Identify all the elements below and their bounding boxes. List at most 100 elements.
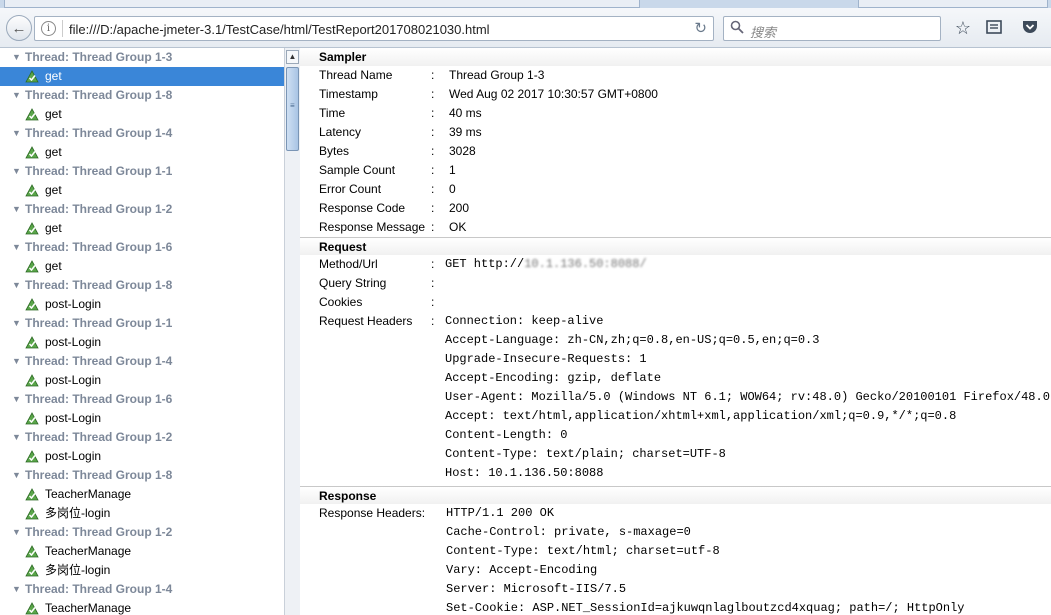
colon: : — [431, 106, 435, 120]
sampler-row: Response Message: OK — [300, 218, 1051, 237]
expand-triangle-icon[interactable]: ▼ — [12, 523, 21, 542]
sampler-key: Response Code — [319, 201, 406, 215]
thread-node[interactable]: ▼ Thread: Thread Group 1-3 — [0, 48, 284, 67]
sample-icon — [25, 70, 39, 83]
sample-node[interactable]: post-Login — [0, 447, 284, 466]
response-headers-section: Response Headers: HTTP/1.1 200 OK Cache-Co… — [300, 504, 1051, 615]
reading-list-icon[interactable] — [984, 18, 1004, 38]
thread-node[interactable]: ▼ Thread: Thread Group 1-8 — [0, 276, 284, 295]
expand-triangle-icon[interactable]: ▼ — [12, 428, 21, 447]
expand-triangle-icon[interactable]: ▼ — [12, 276, 21, 295]
response-header-line: Set-Cookie: ASP.NET_SessionId=ajkuwqnlag… — [300, 599, 1051, 615]
sampler-key: Error Count — [319, 182, 382, 196]
sampler-value: 1 — [449, 163, 456, 177]
thread-node[interactable]: ▼ Thread: Thread Group 1-4 — [0, 580, 284, 599]
method-url-blurred: 10.1.136.50:8088/ — [524, 257, 647, 271]
request-heading: Request — [300, 237, 1051, 255]
sample-node[interactable]: 多岗位-login — [0, 561, 284, 580]
cookies-key: Cookies — [319, 295, 363, 309]
scroll-up-arrow-icon[interactable]: ▲ — [286, 50, 299, 64]
expand-triangle-icon[interactable]: ▼ — [12, 200, 21, 219]
sample-label: post-Login — [45, 449, 102, 463]
sample-node[interactable]: get — [0, 181, 284, 200]
expand-triangle-icon[interactable]: ▼ — [12, 466, 21, 485]
colon: : — [431, 125, 435, 139]
expand-triangle-icon[interactable]: ▼ — [12, 390, 21, 409]
sample-node[interactable]: post-Login — [0, 371, 284, 390]
browser-tab[interactable] — [4, 0, 640, 8]
request-header-value: User-Agent: Mozilla/5.0 (Windows NT 6.1;… — [445, 390, 1050, 404]
expand-triangle-icon[interactable]: ▼ — [12, 314, 21, 333]
thread-label: Thread: Thread Group 1-3 — [25, 50, 173, 64]
thread-node[interactable]: ▼ Thread: Thread Group 1-6 — [0, 238, 284, 257]
thread-node[interactable]: ▼ Thread: Thread Group 1-2 — [0, 523, 284, 542]
sample-icon — [25, 146, 39, 159]
sampler-value: OK — [449, 220, 467, 234]
response-header-line: Content-Type: text/html; charset=utf-8 — [300, 542, 1051, 561]
sample-node[interactable]: TeacherManage — [0, 485, 284, 504]
sample-node[interactable]: get — [0, 219, 284, 238]
sample-node[interactable]: TeacherManage — [0, 599, 284, 615]
sample-node[interactable]: TeacherManage — [0, 542, 284, 561]
query-string-key: Query String — [319, 276, 387, 290]
thread-label: Thread: Thread Group 1-2 — [25, 430, 173, 444]
sample-node[interactable]: post-Login — [0, 295, 284, 314]
expand-triangle-icon[interactable]: ▼ — [12, 48, 21, 67]
colon: : — [431, 182, 435, 196]
thread-node[interactable]: ▼ Thread: Thread Group 1-2 — [0, 428, 284, 447]
thread-label: Thread: Thread Group 1-4 — [25, 126, 173, 140]
expand-triangle-icon[interactable]: ▼ — [12, 238, 21, 257]
star-icon[interactable]: ☆ — [953, 18, 973, 38]
thread-node[interactable]: ▼ Thread: Thread Group 1-6 — [0, 390, 284, 409]
thread-label: Thread: Thread Group 1-2 — [25, 202, 173, 216]
sample-label: 多岗位-login — [45, 563, 111, 577]
request-header-value: Accept-Language: zh-CN,zh;q=0.8,en-US;q=… — [445, 333, 820, 347]
sample-label: post-Login — [45, 297, 102, 311]
response-heading: Response — [300, 486, 1051, 504]
thread-node[interactable]: ▼ Thread: Thread Group 1-2 — [0, 200, 284, 219]
sample-node[interactable]: get — [0, 143, 284, 162]
thread-label: Thread: Thread Group 1-6 — [25, 240, 173, 254]
sample-node[interactable]: post-Login — [0, 409, 284, 428]
colon: : — [431, 68, 435, 82]
sample-node[interactable]: post-Login — [0, 333, 284, 352]
reload-icon[interactable]: ↻ — [694, 19, 707, 37]
thread-label: Thread: Thread Group 1-8 — [25, 468, 173, 482]
request-header-value: Connection: keep-alive — [445, 314, 604, 328]
pocket-icon[interactable] — [1020, 18, 1040, 38]
expand-triangle-icon[interactable]: ▼ — [12, 162, 21, 181]
sample-node[interactable]: get — [0, 105, 284, 124]
request-header-value: Accept-Encoding: gzip, deflate — [445, 371, 662, 385]
sample-label: post-Login — [45, 373, 102, 387]
sample-icon — [25, 108, 39, 121]
url-text[interactable]: file:///D:/apache-jmeter-3.1/TestCase/ht… — [69, 22, 490, 37]
expand-triangle-icon[interactable]: ▼ — [12, 580, 21, 599]
thread-node[interactable]: ▼ Thread: Thread Group 1-4 — [0, 124, 284, 143]
info-icon[interactable]: i — [41, 21, 56, 36]
thread-label: Thread: Thread Group 1-8 — [25, 278, 173, 292]
back-button[interactable]: ← — [6, 15, 32, 41]
thread-node[interactable]: ▼ Thread: Thread Group 1-8 — [0, 466, 284, 485]
expand-triangle-icon[interactable]: ▼ — [12, 124, 21, 143]
sample-node[interactable]: get — [0, 67, 284, 86]
sample-icon — [25, 450, 39, 463]
url-bar[interactable]: i file:///D:/apache-jmeter-3.1/TestCase/… — [34, 16, 714, 41]
sample-node[interactable]: 多岗位-login — [0, 504, 284, 523]
sample-label: TeacherManage — [45, 487, 132, 501]
thread-node[interactable]: ▼ Thread: Thread Group 1-1 — [0, 162, 284, 181]
scroll-thumb[interactable]: ≡ — [286, 67, 299, 151]
expand-triangle-icon[interactable]: ▼ — [12, 352, 21, 371]
tree-scrollbar[interactable]: ▲ ≡ — [284, 48, 300, 615]
sample-node[interactable]: get — [0, 257, 284, 276]
expand-triangle-icon[interactable]: ▼ — [12, 86, 21, 105]
thread-label: Thread: Thread Group 1-4 — [25, 582, 173, 596]
browser-tab[interactable] — [858, 0, 1048, 8]
thread-node[interactable]: ▼ Thread: Thread Group 1-4 — [0, 352, 284, 371]
sampler-row: Latency:39 ms — [300, 123, 1051, 142]
search-input[interactable]: 搜索 — [723, 16, 941, 41]
sample-icon — [25, 184, 39, 197]
sample-icon — [25, 222, 39, 235]
sampler-value: 200 — [449, 201, 470, 215]
thread-node[interactable]: ▼ Thread: Thread Group 1-8 — [0, 86, 284, 105]
thread-node[interactable]: ▼ Thread: Thread Group 1-1 — [0, 314, 284, 333]
